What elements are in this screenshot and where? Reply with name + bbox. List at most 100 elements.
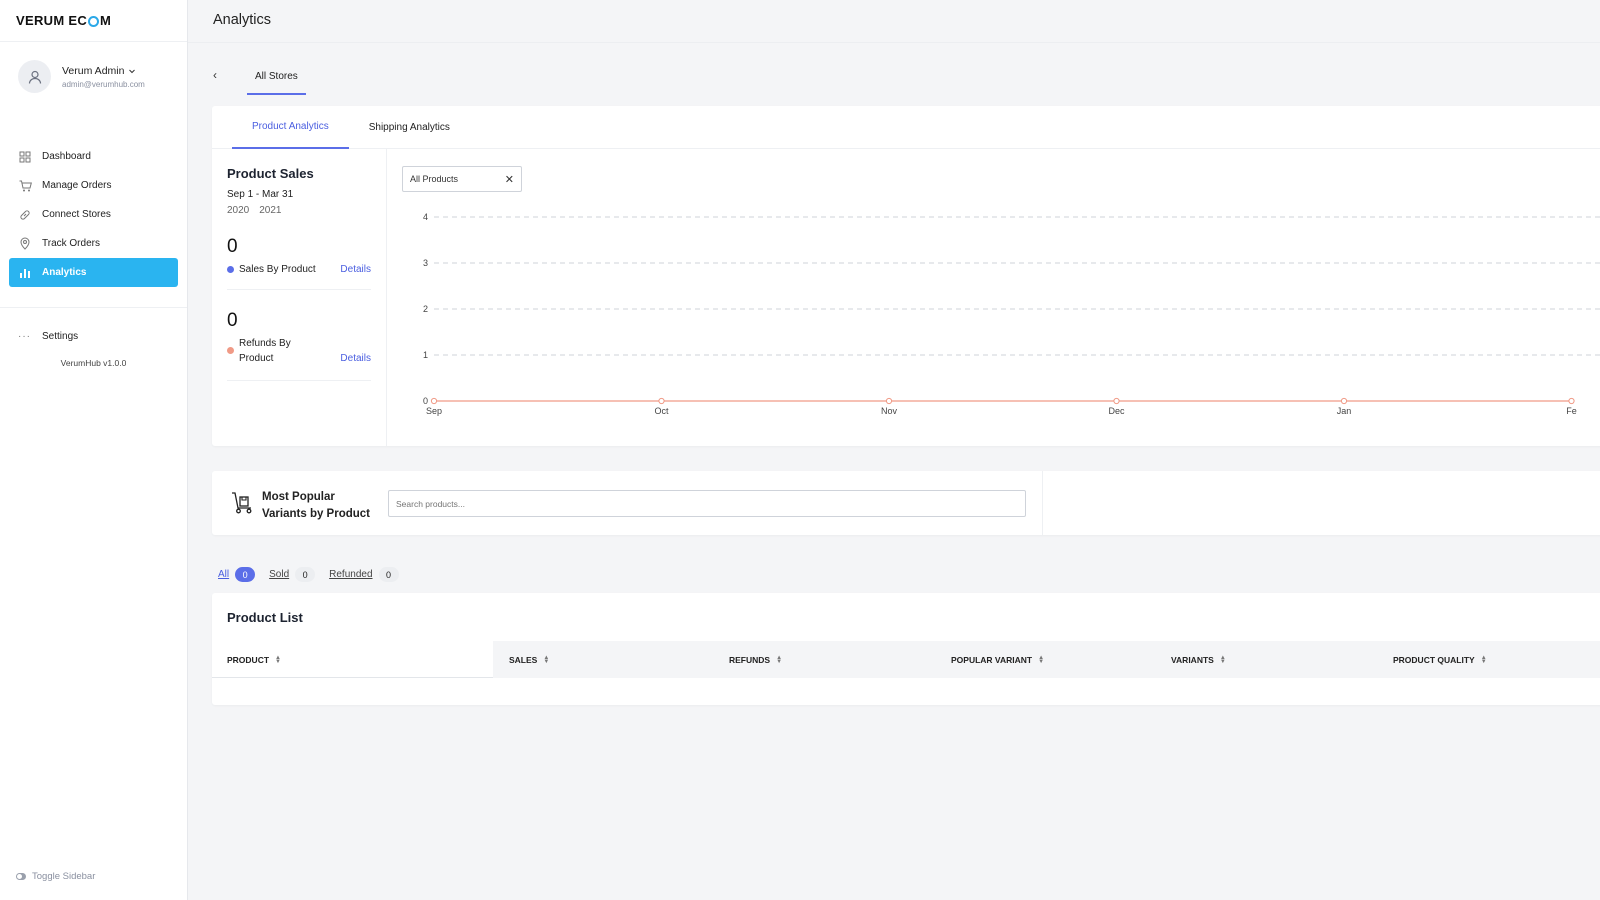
date-years: 2020 2021 [227,205,371,216]
column-product[interactable]: PRODUCT ▲ ▼ [227,641,281,678]
sort-icon[interactable]: ▲ ▼ [1481,655,1487,665]
user-name: Verum Admin [62,65,125,77]
search-products-input[interactable] [388,490,1026,517]
sidebar-item-manage-orders[interactable]: Manage Orders [9,171,178,200]
filter-sold[interactable]: Sold 0 [269,567,316,582]
sidebar-item-analytics[interactable]: Analytics [9,258,178,287]
x-tick-label: Nov [881,406,898,416]
popular-variants-title-line2: Variants by Product [262,508,371,520]
avatar[interactable] [18,60,51,93]
tab-all-stores[interactable]: All Stores [247,66,306,95]
data-point [430,397,438,405]
page-title: Analytics [213,12,272,28]
product-list-card: Product List PRODUCT ▲ ▼ SALES ▲ ▼ REFUNDS ▲ ▼… [212,593,1600,705]
data-point [885,397,893,405]
user-name-row[interactable]: Verum Admin [62,65,145,77]
toggle-switch-icon [16,873,26,880]
bar-chart-icon [18,266,32,280]
cart-icon [18,179,32,193]
logo-text-right: M [100,13,112,28]
sort-icon[interactable]: ▲ ▼ [543,655,549,665]
column-label: POPULAR VARIANT [951,654,1033,665]
column-popular-variant[interactable]: POPULAR VARIANT ▲ ▼ [951,641,1044,678]
sidebar: VERUM EC M Verum Admin admin@verumhub.com… [0,0,188,900]
logo[interactable]: VERUM EC M [0,0,187,42]
sort-icon[interactable]: ▲ ▼ [776,655,782,665]
sidebar-item-settings[interactable]: ··· Settings [0,326,187,346]
list-filters: All 0 Sold 0 Refunded 0 [218,567,399,582]
popular-variants-title-line1: Most Popular [262,491,335,503]
column-product-quality[interactable]: PRODUCT QUALITY ▲ ▼ [1393,641,1487,678]
tab-shipping-analytics[interactable]: Shipping Analytics [349,106,470,149]
link-icon [18,208,32,222]
y-tick-label: 4 [423,212,428,222]
column-sales[interactable]: SALES ▲ ▼ [509,641,549,678]
sidebar-item-track-orders[interactable]: Track Orders [9,229,178,258]
sidebar-item-connect-stores[interactable]: Connect Stores [9,200,178,229]
x-tick-label: Fe [1566,406,1577,416]
refunds-details-link[interactable]: Details [340,351,371,366]
sales-label: Sales By Product [239,264,316,275]
sidebar-item-label: Dashboard [42,151,91,162]
sort-icon[interactable]: ▲ ▼ [1038,655,1044,665]
y-tick-label: 3 [423,258,428,268]
popular-variants-title: Most Popular Variants by Product [262,489,370,523]
sales-dot-icon [227,266,234,273]
column-variants[interactable]: VARIANTS ▲ ▼ [1171,641,1226,678]
more-dots-icon: ··· [18,330,31,342]
refunds-metric: 0 Refunds By Product Details [227,310,371,381]
logo-ring-icon [88,16,100,27]
filter-all-count: 0 [235,567,256,582]
refunds-label: Refunds By Product [239,338,291,364]
refunds-value: 0 [227,310,238,331]
year-start: 2020 [227,205,250,216]
filter-refunded-count: 0 [378,567,399,582]
column-refunds[interactable]: REFUNDS ▲ ▼ [729,641,782,678]
refunds-dot-icon [227,347,234,354]
sales-metric: 0 Sales By Product Details [227,236,371,290]
chevron-down-icon[interactable] [128,67,136,75]
y-tick-label: 1 [423,350,428,360]
sidebar-divider [0,307,187,308]
filter-refunded-link[interactable]: Refunded [329,569,372,580]
sales-value: 0 [227,236,238,257]
sidebar-item-label: Connect Stores [42,209,111,220]
date-range: Sep 1 - Mar 31 [227,189,294,200]
filter-sold-link[interactable]: Sold [269,569,289,580]
column-label: PRODUCT [227,654,270,665]
chevron-left-icon[interactable]: ‹ [213,68,227,82]
sidebar-item-dashboard[interactable]: Dashboard [9,142,178,171]
toggle-sidebar-button[interactable]: Toggle Sidebar [16,871,95,882]
filter-all-link[interactable]: All [218,569,229,580]
user-profile[interactable]: Verum Admin admin@verumhub.com [0,42,187,144]
sort-icon[interactable]: ▲ ▼ [1220,655,1226,665]
x-tick-label: Jan [1337,406,1352,416]
main-content: Analytics ‹ All Stores Product Analytics… [188,0,1600,900]
product-list-title: Product List [227,610,303,625]
sales-details-link[interactable]: Details [340,262,371,277]
x-tick-label: Sep [426,406,442,416]
variants-divider [1042,471,1043,535]
sidebar-item-label: Analytics [42,267,87,278]
analytics-tabs: Product Analytics Shipping Analytics [212,106,1600,149]
product-sales-title: Product Sales [227,166,314,181]
toggle-sidebar-label: Toggle Sidebar [32,871,96,882]
sort-icon[interactable]: ▲ ▼ [275,655,281,665]
hand-truck-icon [232,492,252,514]
column-label: PRODUCT QUALITY [1393,654,1475,665]
location-pin-icon [18,237,32,251]
app-version: VerumHub v1.0.0 [60,358,127,368]
product-sales-summary: Product Sales Sep 1 - Mar 31 2020 2021 0… [212,149,387,446]
sidebar-item-label: Track Orders [42,238,100,249]
column-label: REFUNDS [729,654,771,665]
tab-product-analytics[interactable]: Product Analytics [232,106,349,149]
filter-all[interactable]: All 0 [218,567,256,582]
y-tick-label: 0 [423,396,428,406]
sidebar-nav: Dashboard Manage Orders Connect Stores T… [0,142,187,287]
filter-refunded[interactable]: Refunded 0 [329,567,399,582]
data-point [1340,397,1348,405]
data-point [1568,397,1575,405]
data-point [1113,397,1120,405]
settings-label: Settings [42,330,79,342]
x-tick-label: Oct [654,406,669,416]
